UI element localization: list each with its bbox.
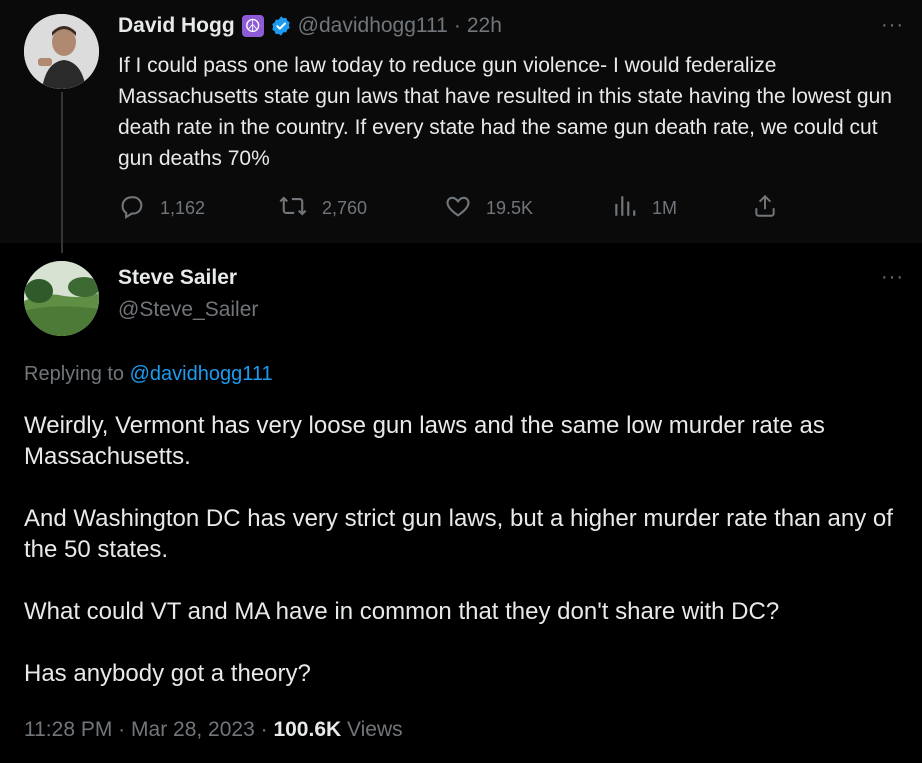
author-name[interactable]: David Hogg: [118, 14, 235, 38]
tweet-text: Weirdly, Vermont has very loose gun laws…: [24, 410, 904, 720]
tweet-time[interactable]: 22h: [467, 14, 502, 38]
tweet-time[interactable]: 11:28 PM: [24, 718, 112, 741]
tweet-paragraph: Weirdly, Vermont has very loose gun laws…: [24, 412, 825, 470]
peace-symbol-icon: ☮: [241, 15, 264, 37]
separator-dot: ·: [118, 718, 126, 741]
reply-icon: [118, 192, 160, 225]
retweet-icon: [278, 192, 322, 225]
author-handle[interactable]: @Steve_Sailer: [118, 298, 258, 322]
tweet-date[interactable]: Mar 28, 2023: [131, 718, 255, 741]
separator-dot: ·: [260, 718, 268, 741]
tweet-paragraph: Has anybody got a theory?: [24, 660, 311, 687]
share-button[interactable]: [752, 192, 792, 225]
reply-count: 1,162: [160, 198, 206, 218]
views-button[interactable]: 1M: [612, 192, 677, 225]
replying-prefix: Replying to: [24, 363, 125, 385]
more-icon[interactable]: ···: [881, 14, 904, 37]
views-label: Views: [347, 718, 403, 741]
parent-tweet[interactable]: David Hogg ☮ @davidhogg111 · 22h ··· If …: [0, 0, 922, 253]
more-icon[interactable]: ···: [881, 266, 904, 289]
views-count[interactable]: 100.6K: [273, 718, 341, 741]
action-bar: 1,162 2,760 19.5K 1M: [118, 192, 798, 222]
retweet-button[interactable]: 2,760: [278, 192, 367, 225]
tweet-meta: 11:28 PM · Mar 28, 2023 · 100.6K Views: [24, 718, 403, 742]
like-button[interactable]: 19.5K: [444, 192, 533, 225]
reply-button[interactable]: 1,162: [118, 192, 205, 225]
views-icon: [612, 192, 652, 225]
tweet-paragraph: What could VT and MA have in common that…: [24, 598, 780, 625]
author-name[interactable]: Steve Sailer: [118, 266, 237, 290]
thread-line: [61, 92, 63, 253]
like-icon: [444, 192, 486, 225]
tweet-text: If I could pass one law today to reduce …: [118, 54, 892, 170]
like-count: 19.5K: [486, 198, 534, 218]
views-count: 1M: [652, 198, 678, 218]
author-handle[interactable]: @davidhogg111: [298, 14, 448, 38]
avatar[interactable]: [24, 14, 99, 89]
share-icon: [752, 192, 792, 225]
tweet-paragraph: And Washington DC has very strict gun la…: [24, 505, 893, 563]
separator-dot: ·: [453, 14, 461, 37]
avatar[interactable]: [24, 261, 99, 336]
replying-to: Replying to @davidhogg111: [24, 363, 273, 386]
verified-badge-icon: [270, 15, 292, 37]
retweet-count: 2,760: [322, 198, 368, 218]
author-row: David Hogg ☮ @davidhogg111 · 22h: [118, 14, 502, 38]
replying-handle-link[interactable]: @davidhogg111: [130, 363, 273, 385]
